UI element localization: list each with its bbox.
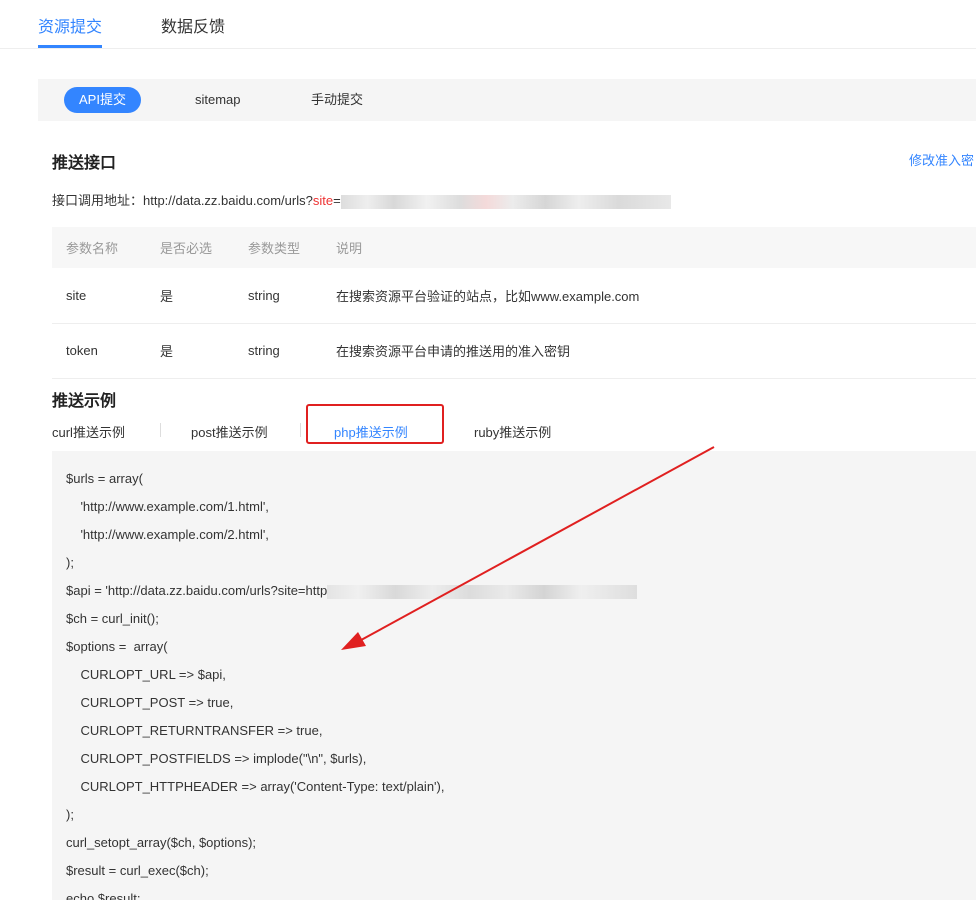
cell-type: string: [248, 323, 336, 379]
endpoint-label: 接口调用地址：http://data.zz.baidu.com/urls?: [52, 193, 313, 208]
cell-param-name: token: [52, 323, 160, 379]
tab-curl-example[interactable]: curl推送示例: [52, 422, 125, 441]
col-type: 参数类型: [248, 227, 336, 268]
param-table: 参数名称 是否必选 参数类型 说明 site 是 string 在搜索资源平台验…: [52, 227, 976, 379]
col-description: 说明: [336, 227, 976, 268]
redacted-token: [340, 194, 671, 209]
subnav-manual-submit[interactable]: 手动提交: [311, 87, 363, 113]
push-api-title: 推送接口: [52, 155, 117, 172]
cell-description: 在搜索资源平台申请的推送用的准入密钥: [336, 323, 976, 379]
col-param-name: 参数名称: [52, 227, 160, 268]
tab-resource-submit[interactable]: 资源提交: [38, 13, 102, 37]
cell-param-name: site: [52, 268, 160, 324]
cell-type: string: [248, 268, 336, 324]
top-tab-bar: 资源提交 数据反馈: [0, 0, 976, 49]
table-row: site 是 string 在搜索资源平台验证的站点，比如www.example…: [52, 268, 976, 324]
endpoint-site-param: site: [312, 193, 334, 208]
push-example-title: 推送示例: [52, 393, 117, 410]
code-line: CURLOPT_POSTFIELDS => implode("\n", $url…: [66, 751, 367, 766]
code-line: $urls = array(: [66, 471, 143, 486]
tab-post-example[interactable]: post推送示例: [191, 422, 268, 441]
col-required: 是否必选: [160, 227, 248, 268]
code-line: $ch = curl_init();: [66, 611, 159, 626]
redacted-site: [327, 584, 638, 599]
tab-divider: [160, 423, 161, 437]
endpoint-address: 接口调用地址：http://data.zz.baidu.com/urls?sit…: [52, 190, 671, 209]
code-line: CURLOPT_RETURNTRANSFER => true,: [66, 723, 323, 738]
active-tab-indicator: [38, 45, 102, 48]
code-line: CURLOPT_URL => $api,: [66, 667, 226, 682]
code-api-text: $api = 'http://data.zz.baidu.com/urls?si…: [66, 583, 328, 598]
code-sample: $urls = array( 'http://www.example.com/1…: [52, 451, 976, 900]
code-line: );: [66, 807, 74, 822]
code-line: curl_setopt_array($ch, $options);: [66, 835, 257, 850]
table-header-row: 参数名称 是否必选 参数类型 说明: [52, 227, 976, 268]
code-line: 'http://www.example.com/2.html',: [66, 527, 269, 542]
code-line: echo $result;: [66, 891, 141, 900]
code-line: 'http://www.example.com/1.html',: [66, 499, 269, 514]
tab-ruby-example[interactable]: ruby推送示例: [474, 422, 551, 441]
tab-data-feedback[interactable]: 数据反馈: [161, 13, 225, 37]
submit-method-nav: API提交 sitemap 手动提交: [38, 79, 976, 121]
table-row: token 是 string 在搜索资源平台申请的推送用的准入密钥: [52, 323, 976, 379]
cell-required: 是: [160, 268, 248, 324]
example-tab-bar: curl推送示例 post推送示例 php推送示例 ruby推送示例: [52, 421, 976, 443]
code-line: );: [66, 555, 74, 570]
code-line-api: $api = 'http://data.zz.baidu.com/urls?si…: [66, 583, 638, 599]
code-line: CURLOPT_POST => true,: [66, 695, 234, 710]
annotation-highlight-box: [306, 404, 444, 444]
tab-divider: [300, 423, 301, 437]
code-line: $result = curl_exec($ch);: [66, 863, 209, 878]
endpoint-equals: =: [333, 193, 341, 208]
subnav-sitemap[interactable]: sitemap: [195, 87, 241, 113]
modify-key-link[interactable]: 修改准入密: [909, 150, 974, 169]
cell-required: 是: [160, 323, 248, 379]
cell-description: 在搜索资源平台验证的站点，比如www.example.com: [336, 268, 976, 324]
code-line: CURLOPT_HTTPHEADER => array('Content-Typ…: [66, 779, 445, 794]
subnav-api-submit[interactable]: API提交: [64, 87, 141, 113]
code-line: $options = array(: [66, 639, 168, 654]
